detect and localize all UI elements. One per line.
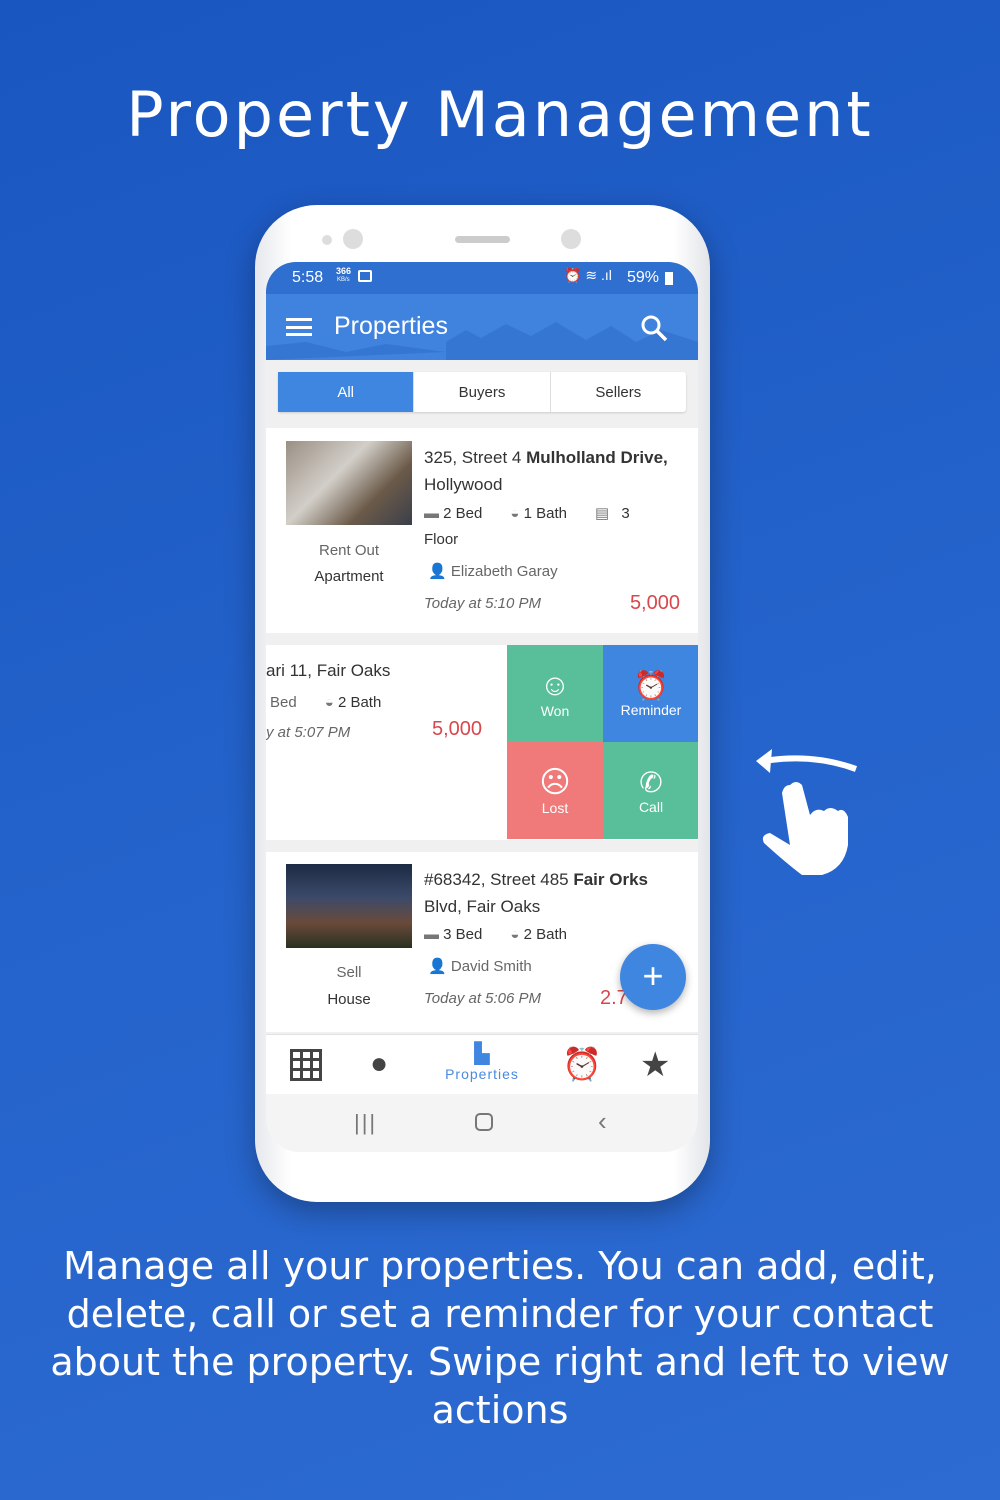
- alarm-icon[interactable]: ⏰: [562, 1045, 602, 1083]
- home-button[interactable]: [475, 1113, 493, 1131]
- bed-icon: ▬: [424, 926, 439, 943]
- speaker-grille: [455, 236, 510, 243]
- listing-features: ▬ 2 Bed ◒ 1 Bath ▤ 3: [424, 505, 630, 522]
- battery-level: 59%: [627, 269, 660, 286]
- listing-type: Rent Out: [318, 542, 380, 559]
- status-bar: 5:58 366 KB/s ⏰ ≋ .ıl 59%: [266, 262, 698, 294]
- listing-price: 5,000: [629, 592, 680, 614]
- listing-type: Sell: [336, 964, 362, 981]
- listing-price: 5,000: [432, 718, 483, 740]
- bath-icon: ◒: [324, 694, 334, 711]
- hamburger-icon[interactable]: [286, 318, 312, 336]
- network-speed: 366: [336, 266, 352, 276]
- search-icon[interactable]: [640, 314, 668, 342]
- listing-address: 325, Street 4 Mulholland Drive, Hollywood: [424, 448, 668, 494]
- camera-icon: [343, 229, 363, 249]
- tab-all[interactable]: All: [278, 372, 415, 412]
- call-button[interactable]: ✆ Call: [603, 742, 698, 839]
- smile-icon: ☺: [539, 668, 571, 702]
- listing-time: Today at 5:10 PM: [424, 595, 542, 612]
- headline: Property Management: [126, 78, 874, 151]
- sad-icon: ☹: [539, 766, 571, 799]
- front-camera: [561, 229, 581, 249]
- recent-apps-button[interactable]: |||: [354, 1110, 377, 1136]
- bath-icon: ◒: [510, 505, 520, 522]
- lost-button[interactable]: ☹ Lost: [507, 742, 603, 839]
- person-icon: 👤: [428, 958, 447, 975]
- app-bar: Properties: [266, 294, 698, 360]
- stairs-icon: ▤: [594, 505, 610, 522]
- network-speed-unit: KB/s: [337, 277, 350, 283]
- image-icon: [358, 270, 372, 282]
- star-icon[interactable]: ★: [640, 1045, 670, 1085]
- property-photo: [286, 441, 412, 525]
- description: Manage all your properties. You can add,…: [50, 1244, 950, 1432]
- listing-features: Bed ◒ 2 Bath: [270, 694, 382, 711]
- listing-time: y at 5:07 PM: [266, 724, 351, 741]
- alarm-wifi-signal-icons: ⏰ ≋ .ıl: [564, 267, 612, 283]
- phone-screen: 5:58 366 KB/s ⏰ ≋ .ıl 59% Properties All…: [266, 262, 698, 1152]
- listing-contact: 👤 David Smith: [428, 958, 532, 975]
- listing-address: #68342, Street 485 Fair Orks Blvd, Fair O…: [424, 870, 648, 916]
- swipe-actions: ☺ Won ⏰ Reminder ☹ Lost ✆ Call: [507, 645, 698, 839]
- building-icon: ▙: [474, 1043, 490, 1065]
- person-icon: 👤: [428, 563, 447, 580]
- grid-icon[interactable]: [290, 1049, 322, 1081]
- won-button[interactable]: ☺ Won: [507, 645, 603, 742]
- listing-contact: 👤 Elizabeth Garay: [428, 563, 558, 580]
- system-nav-bar: ||| ‹: [266, 1094, 698, 1152]
- battery-icon: [665, 272, 673, 285]
- swipe-left-hand-icon: [756, 749, 858, 875]
- back-button[interactable]: ‹: [598, 1106, 607, 1137]
- listing-card[interactable]: Sell House #68342, Street 485 Fair Orks B…: [266, 852, 698, 1032]
- phone-icon: ✆: [639, 767, 663, 798]
- filter-tabs: All Buyers Sellers: [278, 372, 686, 412]
- tab-sellers[interactable]: Sellers: [551, 372, 686, 412]
- bottom-nav: ● ▙ Properties ⏰ ★: [266, 1034, 698, 1094]
- clock: 5:58: [292, 269, 324, 286]
- alarm-icon: ⏰: [633, 670, 669, 701]
- bath-icon: ◒: [510, 926, 520, 943]
- listing-category: House: [327, 991, 371, 1008]
- property-photo: [286, 864, 412, 948]
- sensor-dot: [322, 235, 332, 245]
- floor-label: Floor: [424, 531, 459, 548]
- tab-buyers[interactable]: Buyers: [414, 372, 551, 412]
- houses-skyline: [266, 322, 698, 360]
- add-property-fab[interactable]: +: [620, 944, 686, 1010]
- nav-properties[interactable]: ▙ Properties: [426, 1041, 538, 1082]
- listing-category: Apartment: [314, 568, 384, 585]
- page-title: Properties: [334, 312, 448, 340]
- reminder-button[interactable]: ⏰ Reminder: [603, 645, 698, 742]
- person-icon[interactable]: ●: [370, 1047, 388, 1081]
- listing-card-swiped[interactable]: ari 11, Fair Oaks Bed ◒ 2 Bath y at 5:07 …: [266, 645, 698, 840]
- listing-features: ▬ 3 Bed ◒ 2 Bath: [424, 926, 567, 943]
- listing-time: Today at 5:06 PM: [424, 990, 542, 1007]
- listing-address: ari 11, Fair Oaks: [266, 661, 391, 680]
- bed-icon: ▬: [424, 505, 439, 522]
- listing-card[interactable]: Rent Out Apartment 325, Street 4 Mulholl…: [266, 428, 698, 633]
